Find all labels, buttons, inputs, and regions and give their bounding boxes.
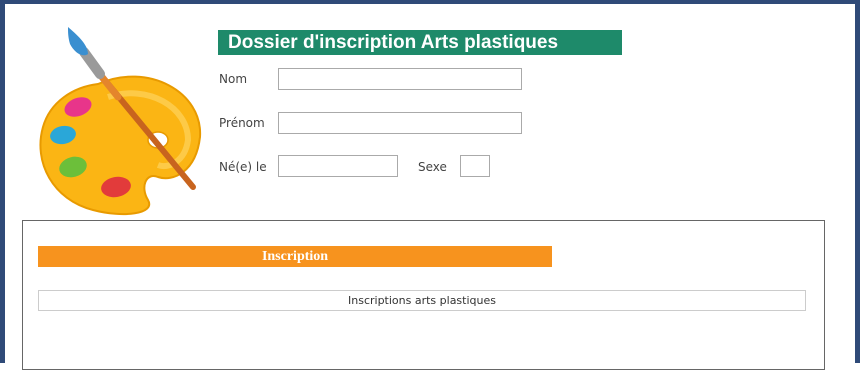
inscription-header: Inscription <box>38 246 552 267</box>
paint-palette-icon <box>39 27 202 216</box>
prenom-field[interactable] <box>278 112 522 134</box>
form-title: Dossier d'inscription Arts plastiques <box>218 30 622 55</box>
prenom-label: Prénom <box>219 116 265 130</box>
ne-le-field[interactable] <box>278 155 398 177</box>
sexe-label: Sexe <box>418 160 447 174</box>
nom-field[interactable] <box>278 68 522 90</box>
nom-label: Nom <box>219 72 248 86</box>
sexe-field[interactable] <box>460 155 490 177</box>
inscriptions-arts-plastiques-row[interactable]: Inscriptions arts plastiques <box>38 290 806 311</box>
ne-le-label: Né(e) le <box>219 160 267 174</box>
inscription-section: Inscription Inscriptions arts plastiques <box>22 220 825 370</box>
